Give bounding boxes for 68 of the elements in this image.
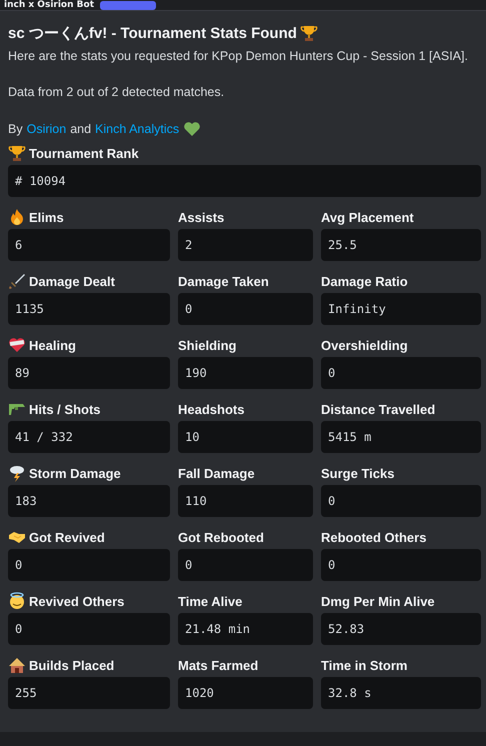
field-label: Builds Placed [29,658,114,672]
field-label: Damage Ratio [321,274,408,288]
bot-name: inch x Osirion Bot [4,0,94,10]
hut-icon [8,656,26,674]
field-label: Shielding [178,338,236,352]
heart-icon [183,120,202,138]
field-value: 0 [321,357,481,389]
field-value: 255 [8,677,170,709]
field-label: Storm Damage [29,466,121,480]
description-text: Here are the stats you requested for KPop Demon Hunters Cup - Session 1 [ASIA]. [8,48,469,65]
field-label: Fall Damage [178,466,255,480]
credits-text: and [70,122,92,136]
field-value: 41 / 332 [8,421,170,453]
field-value: 0 [321,485,481,517]
field-value: 0 [321,549,481,581]
embed-title: sc つーくんfv! - Tournament Stats Found [8,24,297,42]
field-label: Dmg Per Min Alive [321,594,435,608]
field-value: 32.8 s [321,677,481,709]
field-value: 0 [8,549,170,581]
field-value: 2 [178,229,313,261]
field-label: Damage Taken [178,274,269,288]
field-value: 5415 m [321,421,481,453]
field-label: Surge Ticks [321,466,394,480]
field-label: Got Rebooted [178,530,264,544]
field-label: Damage Dealt [29,274,115,288]
trophy-icon [8,144,26,162]
field-label: Headshots [178,402,244,416]
field-label: Rebooted Others [321,530,426,544]
field-label: Got Revived [29,530,105,544]
halo-smiley-icon [8,592,26,610]
field-label: Time in Storm [321,658,408,672]
field-label: Tournament Rank [29,146,139,160]
field-value: 10 [178,421,313,453]
field-label: Distance Travelled [321,402,436,416]
field-value: 0 [8,613,170,645]
field-label: Mats Farmed [178,658,258,672]
field-label: Overshielding [321,338,408,352]
field-value: 0 [178,293,313,325]
field-label: Time Alive [178,594,242,608]
field-value: 21.48 min [178,613,313,645]
field-value: 6 [8,229,170,261]
field-label: Assists [178,210,224,224]
field-value: 89 [8,357,170,389]
field-value: 25.5 [321,229,481,261]
field-label: Healing [29,338,76,352]
field-label: Revived Others [29,594,124,608]
trophy-icon [300,24,318,42]
dagger-icon [8,272,26,290]
credit-link[interactable]: Kinch Analytics [95,122,180,136]
field-value: 1135 [8,293,170,325]
field-value: 0 [178,549,313,581]
field-value: # 10094 [8,165,481,197]
bandaged-heart-icon [8,336,26,354]
field-value: Infinity [321,293,481,325]
flame-icon [8,208,26,226]
field-value: 1020 [178,677,313,709]
field-label: Elims [29,210,64,224]
field-value: 183 [8,485,170,517]
field-value: 190 [178,357,313,389]
storm-cloud-icon [8,464,26,482]
field-label: Hits / Shots [29,402,101,416]
credit-link[interactable]: Osirion [26,122,66,136]
field-value: 110 [178,485,313,517]
field-label: Avg Placement [321,210,414,224]
field-value: 52.83 [321,613,481,645]
description-text: Data from 2 out of 2 detected matches. [8,84,226,101]
app-badge [100,0,156,10]
credits-text: By [8,122,23,136]
